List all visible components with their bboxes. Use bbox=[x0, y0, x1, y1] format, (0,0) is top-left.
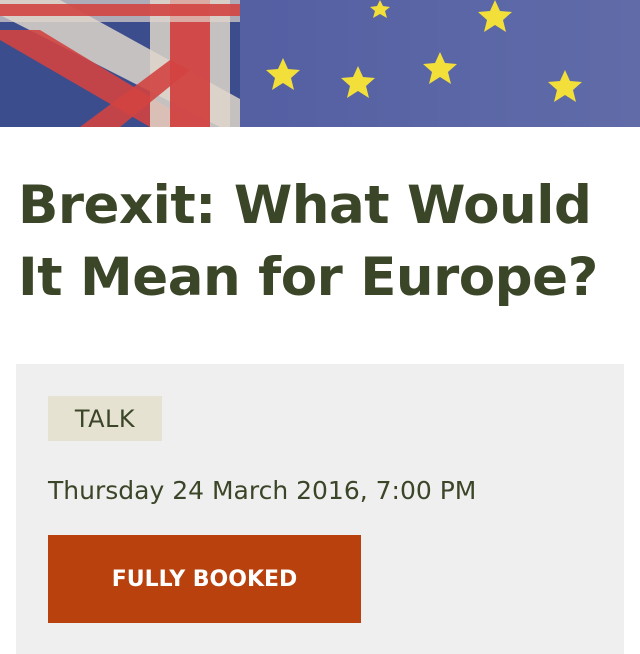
fully-booked-button[interactable]: FULLY BOOKED bbox=[48, 535, 361, 623]
event-datetime: Thursday 24 March 2016, 7:00 PM bbox=[48, 476, 477, 505]
hero-banner-image bbox=[0, 0, 640, 127]
flags-banner-icon bbox=[0, 0, 640, 127]
event-details-panel: TALK Thursday 24 March 2016, 7:00 PM FUL… bbox=[16, 364, 624, 654]
event-title: Brexit: What Would It Mean for Europe? bbox=[18, 175, 598, 308]
event-category-tag: TALK bbox=[48, 396, 162, 441]
